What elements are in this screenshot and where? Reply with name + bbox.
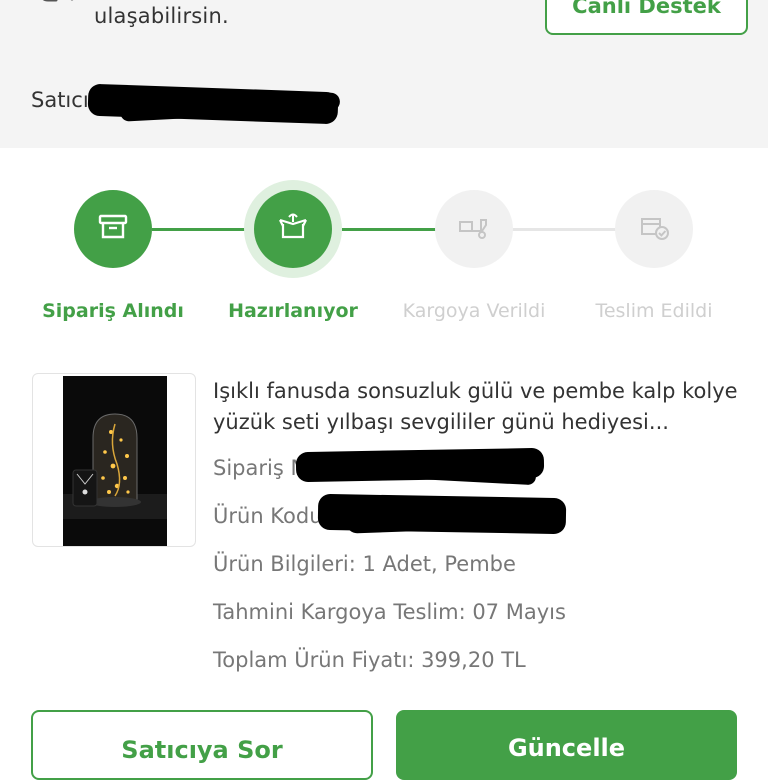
step-label-preparing: Hazırlanıyor (228, 300, 358, 322)
open-box-icon (276, 212, 310, 246)
archive-box-icon (98, 213, 128, 245)
update-button[interactable]: Güncelle (396, 710, 737, 780)
step-shipped-circle (435, 190, 513, 268)
help-text: ulaşabilirsin. (94, 4, 229, 28)
product-image[interactable] (32, 373, 196, 547)
order-number-label: Sipariş N (213, 456, 307, 480)
delivery-truck-icon (457, 213, 491, 245)
live-support-button[interactable]: Canlı Destek (545, 0, 748, 35)
product-code-label: Ürün Kodu: (213, 504, 330, 528)
step-label-order-received: Sipariş Alındı (42, 300, 184, 322)
step-label-shipped: Kargoya Verildi (402, 300, 546, 322)
step-order-received-circle (74, 190, 152, 268)
step-connector (512, 228, 618, 231)
step-preparing-circle (254, 190, 332, 268)
ask-seller-button[interactable]: Satıcıya Sor (31, 710, 373, 780)
step-label-delivered: Teslim Edildi (595, 300, 713, 322)
step-connector (342, 228, 438, 231)
product-title[interactable]: Işıklı fanusda sonsuzluk gülü ve pembe k… (213, 376, 753, 438)
chat-support-icon (36, 0, 78, 18)
estimated-shipping: Tahmini Kargoya Teslim: 07 Mayıs (213, 600, 566, 624)
box-check-icon (637, 212, 671, 246)
product-photo (63, 376, 167, 546)
step-connector (152, 228, 246, 231)
seller-label: Satıcı: (31, 88, 96, 112)
product-info: Ürün Bilgileri: 1 Adet, Pembe (213, 552, 516, 576)
step-delivered-circle (615, 190, 693, 268)
total-price: Toplam Ürün Fiyatı: 399,20 TL (213, 648, 526, 672)
